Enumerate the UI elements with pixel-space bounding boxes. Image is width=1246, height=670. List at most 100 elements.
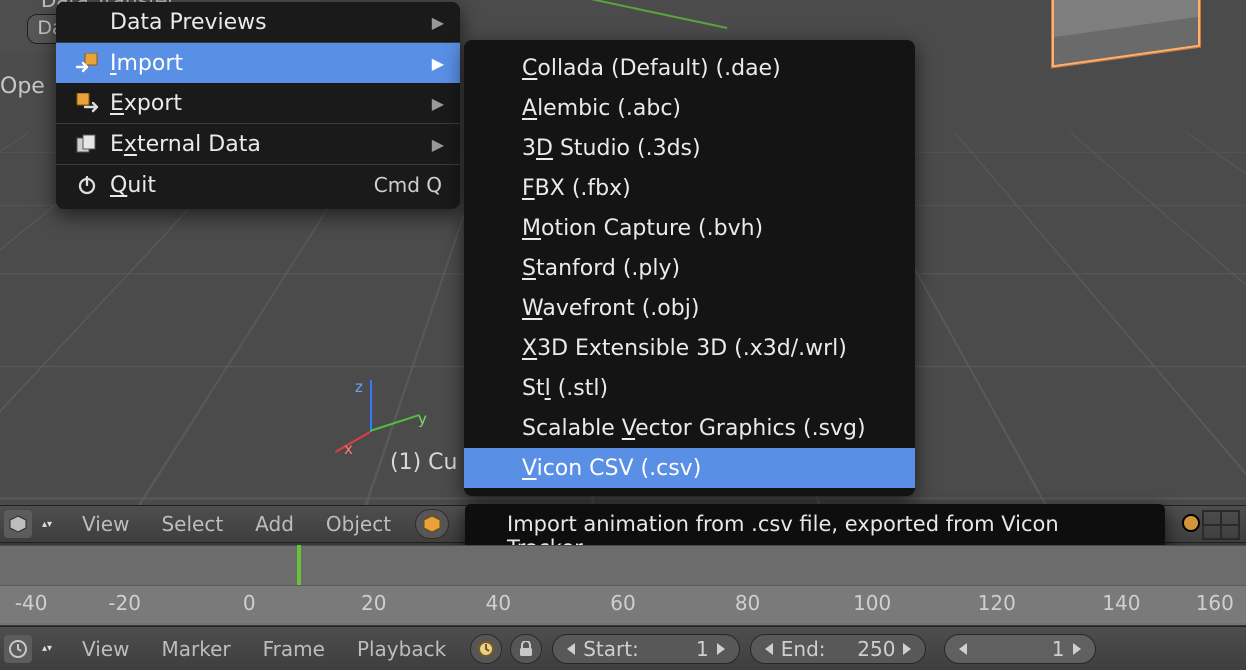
- default-cube[interactable]: [1051, 0, 1201, 69]
- timeline-tick: 20: [311, 586, 436, 623]
- increment-icon[interactable]: [1073, 643, 1081, 655]
- end-frame-field[interactable]: End: 250: [750, 634, 927, 664]
- import-icon: [74, 50, 100, 76]
- menu-item-shortcut: Cmd Q: [374, 173, 442, 197]
- file-menu-item-export[interactable]: Export ▶: [56, 83, 460, 123]
- file-menu-item-quit[interactable]: Quit Cmd Q: [56, 165, 460, 205]
- editor-type-spinner[interactable]: ▴▾: [42, 506, 52, 542]
- timeline-area[interactable]: -40 -20 0 20 40 60 80 100 120 140 160: [0, 545, 1246, 625]
- import-item-obj[interactable]: Wavefront (.obj): [464, 288, 915, 328]
- timeline-tick: 120: [934, 586, 1059, 623]
- range-icon[interactable]: [470, 634, 502, 664]
- timeline-tick: 0: [187, 586, 312, 623]
- decrement-icon[interactable]: [567, 643, 575, 655]
- import-item-ply[interactable]: Stanford (.ply): [464, 248, 915, 288]
- timeline-tick: 40: [436, 586, 561, 623]
- timeline-menu-frame[interactable]: Frame: [263, 637, 325, 661]
- menu-item-label: External Data: [110, 132, 261, 157]
- increment-icon[interactable]: [717, 643, 725, 655]
- import-item-bvh[interactable]: Motion Capture (.bvh): [464, 208, 915, 248]
- submenu-arrow-icon: ▶: [432, 54, 444, 73]
- timeline-tick: -40: [0, 586, 62, 623]
- operator-panel-label: Ope: [0, 74, 45, 99]
- submenu-arrow-icon: ▶: [432, 13, 444, 32]
- menu-item-label: FBX (.fbx): [522, 176, 631, 201]
- editor-type-icon[interactable]: [4, 635, 32, 663]
- start-frame-field[interactable]: Start: 1: [552, 634, 740, 664]
- mode-icon[interactable]: [415, 509, 449, 539]
- file-menu-item-external-data[interactable]: External Data ▶: [56, 124, 460, 164]
- axis-gizmo: z y x: [350, 380, 430, 460]
- timeline-tick: 60: [561, 586, 686, 623]
- menu-item-label: Import: [110, 51, 183, 76]
- menu-item-label: Stanford (.ply): [522, 256, 680, 281]
- import-item-stl[interactable]: Stl (.stl): [464, 368, 915, 408]
- view3d-menu-object[interactable]: Object: [326, 512, 391, 536]
- timeline-menu-marker[interactable]: Marker: [161, 637, 230, 661]
- axis-z-line: [370, 380, 372, 432]
- decrement-icon[interactable]: [959, 643, 967, 655]
- axis-y-far: [473, 0, 728, 29]
- axis-y-line: [370, 414, 420, 432]
- viewport-overlay-text: (1) Cu: [390, 450, 457, 475]
- layer-indicator[interactable]: [1182, 514, 1200, 532]
- menu-item-label: Quit: [110, 173, 156, 198]
- menu-item-label: Export: [110, 91, 182, 116]
- menu-item-label: 3D Studio (.3ds): [522, 136, 701, 161]
- import-item-vicon-csv[interactable]: Vicon CSV (.csv): [464, 448, 915, 488]
- timeline-track[interactable]: [0, 545, 1246, 585]
- menu-item-label: Stl (.stl): [522, 376, 608, 401]
- layers-grid[interactable]: [1202, 510, 1240, 540]
- decrement-icon[interactable]: [765, 643, 773, 655]
- view3d-menu-select[interactable]: Select: [161, 512, 223, 536]
- import-item-svg[interactable]: Scalable Vector Graphics (.svg): [464, 408, 915, 448]
- menu-item-label: Collada (Default) (.dae): [522, 56, 781, 81]
- view3d-menu-add[interactable]: Add: [255, 512, 294, 536]
- menu-item-label: X3D Extensible 3D (.x3d/.wrl): [522, 336, 847, 361]
- submenu-arrow-icon: ▶: [432, 135, 444, 154]
- editor-type-spinner[interactable]: ▴▾: [42, 631, 52, 667]
- timeline-tick: 140: [1059, 586, 1184, 623]
- current-frame-field[interactable]: 1: [944, 634, 1095, 664]
- blank-icon: [74, 9, 100, 35]
- export-icon: [74, 90, 100, 116]
- timeline-menu-playback[interactable]: Playback: [357, 637, 446, 661]
- timeline-playhead[interactable]: [297, 545, 301, 585]
- menu-item-label: Scalable Vector Graphics (.svg): [522, 416, 866, 441]
- lock-icon[interactable]: [510, 634, 542, 664]
- power-icon: [74, 172, 100, 198]
- timeline-tick: 80: [685, 586, 810, 623]
- import-item-3ds[interactable]: 3D Studio (.3ds): [464, 128, 915, 168]
- start-value: 1: [696, 637, 709, 661]
- menu-item-label: Data Previews: [110, 10, 267, 35]
- axis-z-label: z: [355, 378, 363, 396]
- import-item-collada[interactable]: Collada (Default) (.dae): [464, 48, 915, 88]
- increment-icon[interactable]: [903, 643, 911, 655]
- editor-type-icon[interactable]: [4, 510, 32, 538]
- timeline-header: ▴▾ View Marker Frame Playback Start: 1 E…: [0, 626, 1246, 670]
- menu-item-label: Motion Capture (.bvh): [522, 216, 763, 241]
- import-item-fbx[interactable]: FBX (.fbx): [464, 168, 915, 208]
- axis-x-label: x: [344, 440, 353, 458]
- timeline-ruler: -40 -20 0 20 40 60 80 100 120 140 160: [0, 585, 1246, 623]
- view3d-menu-view[interactable]: View: [82, 512, 129, 536]
- current-frame-value: 1: [1052, 637, 1065, 661]
- timeline-tick: 100: [810, 586, 935, 623]
- import-item-alembic[interactable]: Alembic (.abc): [464, 88, 915, 128]
- file-menu-item-import[interactable]: Import ▶: [56, 43, 460, 83]
- submenu-arrow-icon: ▶: [432, 94, 444, 113]
- import-item-x3d[interactable]: X3D Extensible 3D (.x3d/.wrl): [464, 328, 915, 368]
- file-menu-item-data-previews[interactable]: Data Previews ▶: [56, 2, 460, 42]
- menu-item-label: Vicon CSV (.csv): [522, 456, 701, 481]
- file-menu: Data Previews ▶ Import ▶ Export ▶ Extern…: [56, 2, 460, 209]
- end-value: 250: [857, 637, 895, 661]
- import-submenu: Collada (Default) (.dae) Alembic (.abc) …: [464, 40, 915, 496]
- menu-item-label: Wavefront (.obj): [522, 296, 699, 321]
- end-label: End:: [781, 637, 826, 661]
- timeline-tick: -20: [62, 586, 187, 623]
- external-data-icon: [74, 131, 100, 157]
- timeline-tick: 160: [1184, 586, 1246, 623]
- menu-item-label: Alembic (.abc): [522, 96, 681, 121]
- timeline-menu-view[interactable]: View: [82, 637, 129, 661]
- axis-y-label: y: [418, 410, 427, 428]
